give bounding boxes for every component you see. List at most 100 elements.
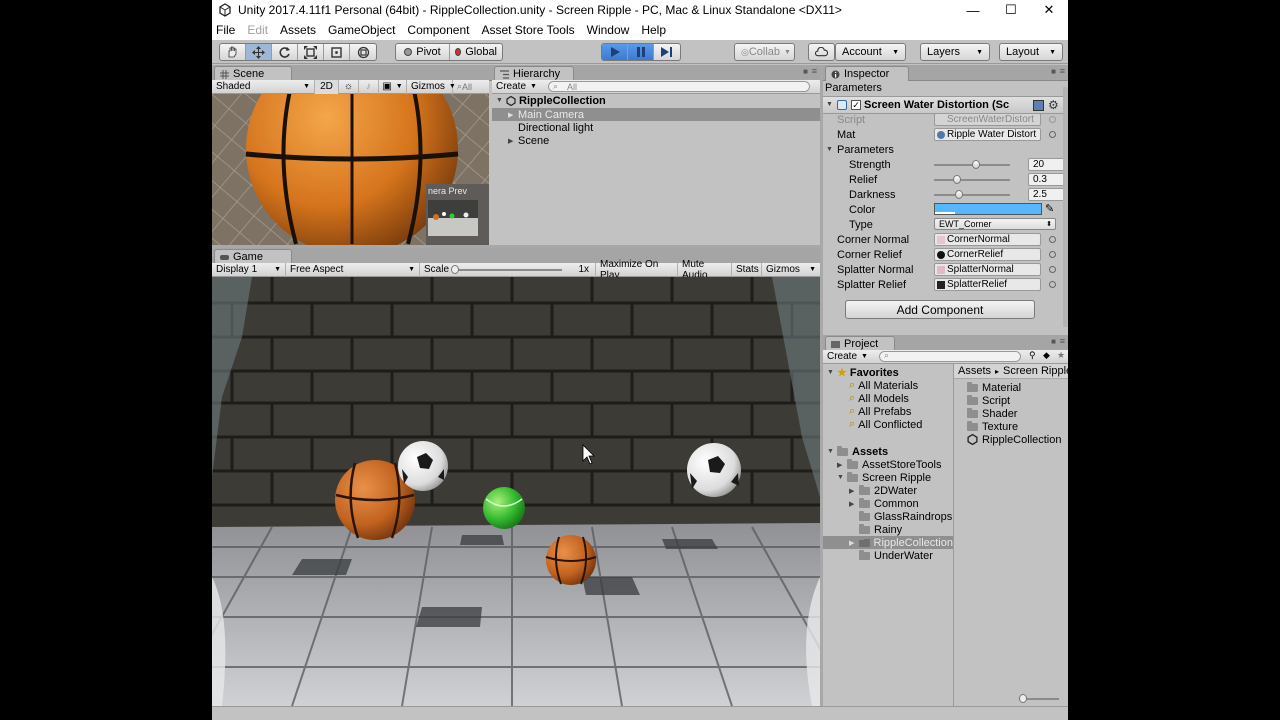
expand-arrow-icon[interactable]: ▼ <box>826 146 836 153</box>
component-enabled-checkbox[interactable]: ✓ <box>851 100 861 110</box>
layers-dropdown[interactable]: Layers ▼ <box>920 43 990 61</box>
hierarchy-item-scene[interactable]: ▶ Scene <box>492 134 820 147</box>
stats-toggle[interactable]: Stats <box>732 262 762 277</box>
close-button[interactable]: ✕ <box>1030 0 1068 20</box>
menu-help[interactable]: Help <box>641 23 666 37</box>
step-button[interactable] <box>654 44 680 60</box>
icon-size-slider-knob[interactable] <box>1019 694 1027 703</box>
scene-gizmos-dropdown[interactable]: Gizmos ▼ <box>407 79 456 94</box>
game-viewport[interactable] <box>212 277 820 706</box>
2d-toggle[interactable]: 2D <box>315 79 339 94</box>
asset-item-scene[interactable]: RippleCollection <box>967 433 1062 446</box>
expand-arrow-icon[interactable]: ▶ <box>849 487 859 495</box>
pivot-toggle[interactable]: Pivot <box>396 44 450 60</box>
relief-input[interactable]: 0.3 <box>1028 173 1068 186</box>
menu-file[interactable]: File <box>216 23 235 37</box>
asset-item[interactable]: Shader <box>967 407 1017 420</box>
hierarchy-item-main-camera[interactable]: ▶ Main Camera <box>492 108 820 121</box>
favorite-item[interactable]: ⌕ All Models <box>849 392 909 405</box>
rotate-tool-button[interactable] <box>272 44 298 60</box>
favorite-item[interactable]: ⌕ All Prefabs <box>849 405 911 418</box>
menu-assets[interactable]: Assets <box>280 23 316 37</box>
display-dropdown[interactable]: Display 1 ▼ <box>212 262 286 277</box>
add-component-button[interactable]: Add Component <box>845 300 1035 319</box>
cloud-button[interactable] <box>808 43 835 61</box>
mat-field[interactable]: Ripple Water Distort <box>934 128 1041 141</box>
scene-viewport[interactable]: nera Prev <box>212 94 489 245</box>
project-create-dropdown[interactable]: Create ▼ <box>823 350 869 364</box>
minimize-button[interactable]: — <box>954 0 992 20</box>
move-tool-button[interactable] <box>246 44 272 60</box>
expand-arrow-icon[interactable]: ▼ <box>827 369 837 376</box>
menu-component[interactable]: Component <box>407 23 469 37</box>
menu-edit[interactable]: Edit <box>247 23 268 37</box>
object-picker-icon[interactable] <box>1049 266 1056 273</box>
tree-folder-item[interactable]: ▶ 2DWater <box>849 484 917 497</box>
gear-icon[interactable]: ⚙ <box>1048 98 1059 112</box>
inspector-scrollbar[interactable] <box>1063 87 1068 327</box>
expand-arrow-icon[interactable]: ▶ <box>837 461 847 469</box>
darkness-slider-knob[interactable] <box>955 190 964 199</box>
expand-arrow-icon[interactable]: ▼ <box>826 101 836 108</box>
scale-slider-knob[interactable] <box>451 264 459 274</box>
object-picker-icon[interactable] <box>1049 131 1056 138</box>
account-dropdown[interactable]: Account ▼ <box>835 43 906 61</box>
object-picker-icon[interactable] <box>1049 236 1056 243</box>
favorite-item[interactable]: ⌕ All Conflicted <box>849 418 922 431</box>
shading-mode-dropdown[interactable]: Shaded ▼ <box>212 79 315 94</box>
game-gizmos-dropdown[interactable]: Gizmos ▼ <box>762 263 820 277</box>
pause-button[interactable] <box>628 44 654 60</box>
maximize-on-play-toggle[interactable]: Maximize On Play <box>596 259 678 281</box>
splatter-normal-field[interactable]: SplatterNormal <box>934 263 1041 276</box>
object-picker-icon[interactable] <box>1049 116 1056 123</box>
effects-dropdown[interactable]: ▣ ▼ <box>379 79 407 94</box>
filter-type-icon[interactable]: ⚲ <box>1029 350 1036 361</box>
eyedropper-icon[interactable]: ✎ <box>1045 202 1054 215</box>
favorite-star-icon[interactable]: ★ <box>1057 350 1065 361</box>
expand-arrow-icon[interactable]: ▶ <box>508 137 518 145</box>
tree-folder-item-selected[interactable]: ▶ RippleCollection <box>823 536 953 549</box>
menu-window[interactable]: Window <box>587 23 630 37</box>
menu-asset-store-tools[interactable]: Asset Store Tools <box>481 23 574 37</box>
scale-tool-button[interactable] <box>298 44 324 60</box>
aspect-dropdown[interactable]: Free Aspect ▼ <box>286 262 420 277</box>
asset-item[interactable]: Material <box>967 381 1021 394</box>
favorite-item[interactable]: ⌕ All Materials <box>849 379 918 392</box>
project-split-divider[interactable] <box>953 364 954 706</box>
corner-normal-field[interactable]: CornerNormal <box>934 233 1041 246</box>
hierarchy-item-directional-light[interactable]: Directional light <box>492 121 820 134</box>
asset-item[interactable]: Texture <box>967 420 1018 433</box>
help-book-icon[interactable] <box>1033 100 1044 111</box>
panel-menu-icon[interactable]: ≡ <box>812 66 817 76</box>
tree-folder-item[interactable]: ▼ Screen Ripple <box>837 471 931 484</box>
breadcrumb-current[interactable]: Screen Ripple <box>1003 365 1068 377</box>
darkness-input[interactable]: 2.5 <box>1028 188 1068 201</box>
tree-folder-item[interactable]: UnderWater <box>849 549 933 562</box>
mute-audio-toggle[interactable]: Mute Audio <box>678 259 732 281</box>
expand-arrow-icon[interactable]: ▼ <box>837 474 847 481</box>
tree-folder-item[interactable]: ▶ AssetStoreTools <box>837 458 941 471</box>
assets-root[interactable]: ▼ Assets <box>827 445 888 458</box>
transform-tool-button[interactable] <box>350 44 376 60</box>
rect-tool-button[interactable] <box>324 44 350 60</box>
breadcrumb-root[interactable]: Assets <box>958 365 991 377</box>
audio-toggle[interactable]: ♪ <box>359 79 379 94</box>
hand-tool-button[interactable] <box>220 44 246 60</box>
object-picker-icon[interactable] <box>1049 251 1056 258</box>
strength-slider[interactable] <box>934 160 1010 169</box>
lock-icon[interactable]: ■ <box>803 67 808 76</box>
collab-dropdown[interactable]: ◎ Collab ▼ <box>734 43 795 61</box>
scene-root-row[interactable]: ▼ RippleCollection <box>492 94 820 107</box>
type-dropdown[interactable]: EWT_Corner ⬍ <box>934 218 1056 230</box>
tree-folder-item[interactable]: ▶ Common <box>849 497 919 510</box>
color-swatch[interactable] <box>934 203 1042 215</box>
splatter-relief-field[interactable]: SplatterRelief <box>934 278 1041 291</box>
menu-gameobject[interactable]: GameObject <box>328 23 395 37</box>
scene-search-field[interactable]: ⌕ All <box>453 80 489 94</box>
corner-relief-field[interactable]: CornerRelief <box>934 248 1041 261</box>
object-picker-icon[interactable] <box>1049 281 1056 288</box>
favorites-header[interactable]: ▼ ★ Favorites <box>827 366 899 380</box>
asset-item[interactable]: Script <box>967 394 1010 407</box>
tree-folder-item[interactable]: Rainy <box>849 523 902 536</box>
expand-arrow-icon[interactable]: ▼ <box>496 97 506 104</box>
